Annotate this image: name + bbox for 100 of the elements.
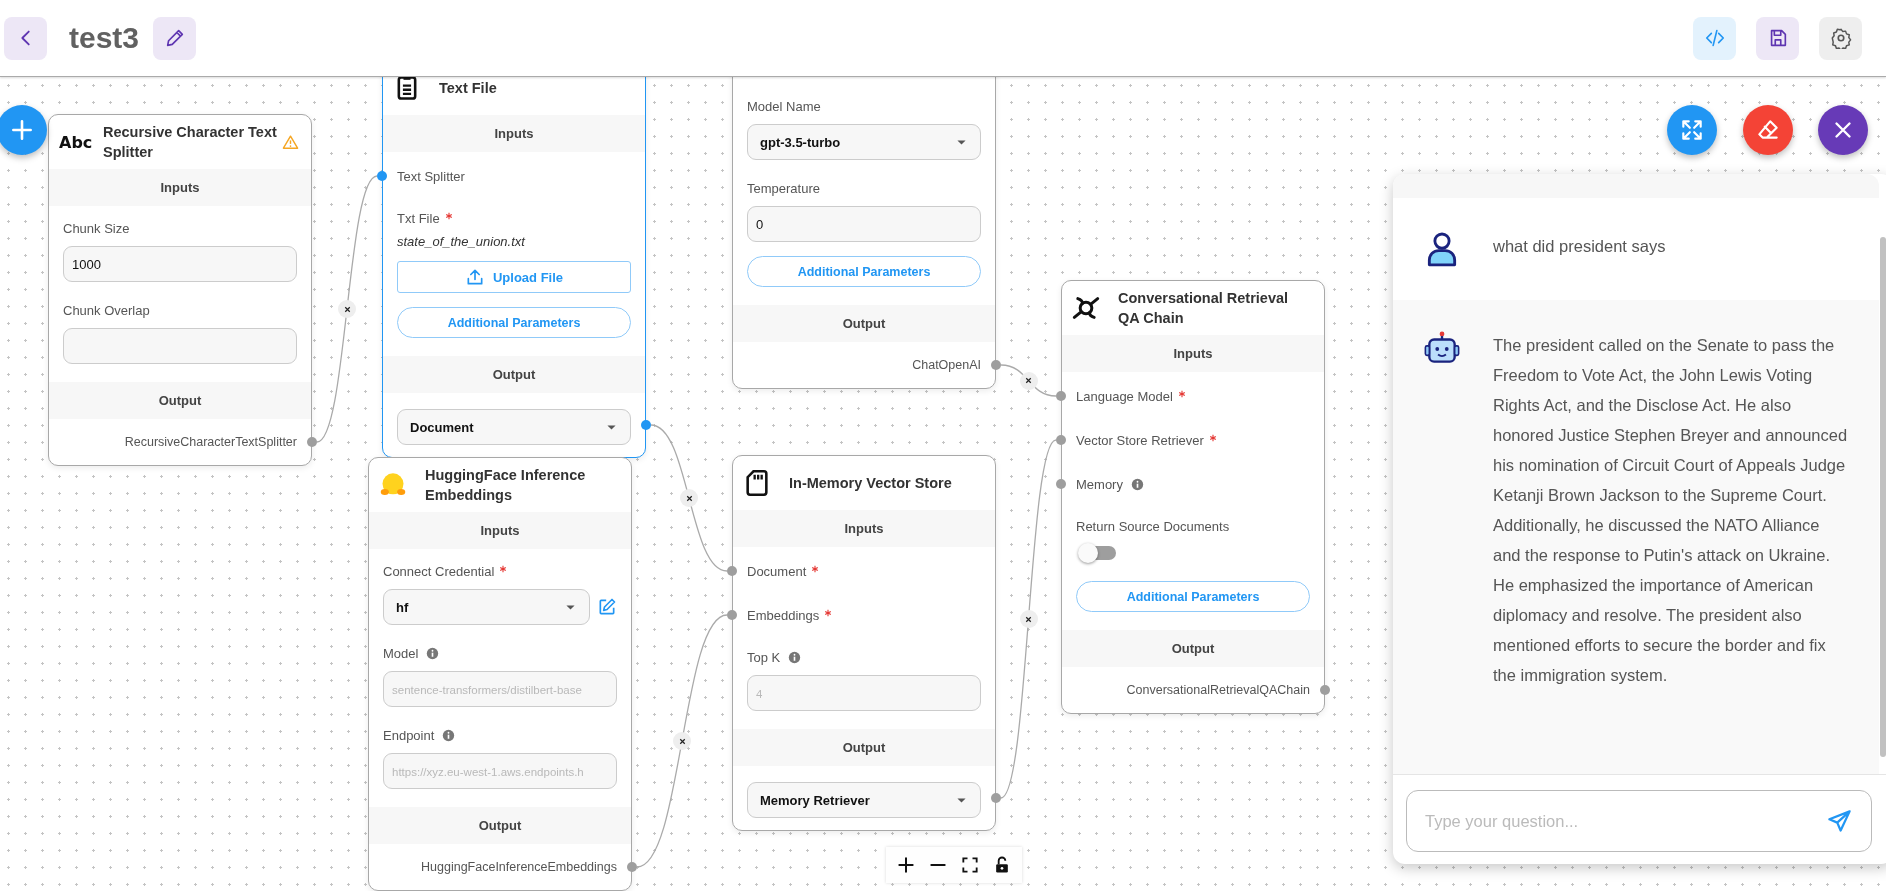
input-label: Model Name xyxy=(747,98,821,114)
input-field[interactable]: 4 xyxy=(747,675,981,711)
sd-card-icon xyxy=(743,469,771,497)
input-field[interactable]: 1000 xyxy=(63,246,297,282)
input-label: Model xyxy=(383,645,419,661)
connection-handle[interactable] xyxy=(727,610,737,620)
clear-chat-button[interactable] xyxy=(1743,105,1793,155)
caret-icon xyxy=(605,422,618,432)
input-field[interactable]: 0 xyxy=(747,206,981,242)
input-label: Language Model xyxy=(1076,388,1173,404)
input-label: Txt File xyxy=(397,210,440,226)
input-field[interactable] xyxy=(63,328,297,364)
node-title: Recursive Character Text Splitter xyxy=(102,123,278,162)
node-title: In-Memory Vector Store xyxy=(788,474,953,493)
connection-handle[interactable] xyxy=(377,171,387,181)
caret-icon xyxy=(955,137,968,147)
scrollbar[interactable] xyxy=(1880,237,1886,757)
connection-handle[interactable] xyxy=(1056,479,1066,489)
connection-handle[interactable] xyxy=(727,566,737,576)
connection-handle[interactable] xyxy=(1056,435,1066,445)
delete-edge-button[interactable] xyxy=(1019,371,1038,390)
input-label: Chunk Size xyxy=(63,220,130,236)
input-field[interactable]: https://xyz.eu-west-1.aws.endpoints.h xyxy=(383,753,617,789)
section-header: Output xyxy=(49,382,311,419)
section-header: Output xyxy=(1062,630,1324,667)
close-icon xyxy=(1024,614,1033,624)
input-field[interactable]: sentence-transformers/distilbert-base xyxy=(383,671,617,707)
node-title: Text File xyxy=(438,79,498,98)
section-header: Output xyxy=(383,356,645,393)
input-label: Connect Credential xyxy=(383,563,495,579)
add-node-button[interactable] xyxy=(0,105,47,155)
question-field[interactable]: Type your question... xyxy=(1406,790,1872,852)
knot-icon xyxy=(1072,294,1100,322)
connection-handle[interactable] xyxy=(991,793,1001,803)
connection-handle[interactable] xyxy=(991,360,1001,370)
output-label: ConversationalRetrievalQAChain xyxy=(1126,683,1310,697)
send-icon[interactable] xyxy=(1826,808,1853,835)
message-text: The president called on the Senate to pass the Freedom to Vote Act, the John Lewis Voting Rights Act, and the Disclose Act. He also honored Justice Stephen Breyer and announced his nomination of Circuit Court of Appeals Judge Ketanji Brown Jackson to the Supreme Court. Additionally, he discussed the NATO Alliance and the response to Putin's attack on Ukraine. He emphasized the importance of American diplomacy and resolve. The president also mentioned efforts to secure the border and fix the immigration system. xyxy=(1493,335,1849,686)
code-icon xyxy=(1703,27,1726,49)
node-card[interactable]: In-Memory Vector Store Inputs Document Embeddings Top K 4 Output Memory Retriever xyxy=(732,455,996,831)
input-label: Top K xyxy=(747,649,781,665)
input-label: Memory xyxy=(1076,476,1123,492)
file-name: state_of_the_union.txt xyxy=(397,234,527,249)
settings-icon xyxy=(1829,27,1852,49)
input-label: Return Source Documents xyxy=(1076,518,1230,534)
expand-button[interactable] xyxy=(1667,105,1717,155)
delete-edge-button[interactable] xyxy=(680,489,698,507)
back-button[interactable] xyxy=(4,16,47,60)
message-text: what did president says xyxy=(1493,236,1667,257)
dropdown[interactable]: Memory Retriever xyxy=(747,782,981,818)
input-label: Text Splitter xyxy=(397,168,465,184)
delete-edge-button[interactable] xyxy=(673,732,691,750)
node-card[interactable]: HuggingFace Inference Embeddings Inputs Connect Credential hf Model sentence-transformers/distilbert-base Endpoint https://xyz.eu-west-1.aws.endpoints.h Output HuggingFaceInferenceEmbeddings xyxy=(368,457,632,891)
plus-icon xyxy=(9,117,35,143)
node-title: HuggingFace Inference Embeddings xyxy=(424,466,587,505)
edit-button[interactable] xyxy=(153,16,197,60)
section-header: Output xyxy=(733,305,995,342)
delete-edge-button[interactable] xyxy=(338,300,356,318)
section-header: Output xyxy=(369,807,631,844)
output-label: HuggingFaceInferenceEmbeddings xyxy=(421,860,617,874)
input-label: Temperature xyxy=(747,180,820,196)
close-icon xyxy=(684,493,694,503)
input-label: Chunk Overlap xyxy=(63,302,150,318)
input-label: Document xyxy=(747,563,807,579)
caret-icon xyxy=(564,602,577,612)
input-label: Embeddings xyxy=(747,607,820,623)
connection-handle[interactable] xyxy=(1320,685,1330,695)
connection-handle[interactable] xyxy=(641,420,651,430)
input-label: Vector Store Retriever xyxy=(1076,432,1204,448)
flow-title: test3 xyxy=(69,21,140,55)
node-title: Conversational Retrieval QA Chain xyxy=(1117,289,1290,328)
node-card[interactable]: Text File Inputs Text Splitter Txt File state_of_the_union.txt Upload File Additional Parameters Output Document xyxy=(382,77,646,458)
caret-icon xyxy=(955,795,968,805)
connection-handle[interactable] xyxy=(1056,391,1066,401)
close-icon xyxy=(1024,376,1033,385)
section-header: Inputs xyxy=(1062,335,1324,372)
dropdown[interactable]: gpt-3.5-turbo xyxy=(747,124,981,160)
code-button[interactable] xyxy=(1693,16,1736,60)
settings-button[interactable] xyxy=(1819,16,1862,60)
input-label: Endpoint xyxy=(383,727,435,743)
dropdown[interactable]: hf xyxy=(383,589,590,625)
delete-edge-button[interactable] xyxy=(1019,610,1038,628)
connection-handle[interactable] xyxy=(307,437,317,447)
close-icon xyxy=(342,304,352,314)
edit-icon[interactable] xyxy=(597,597,617,617)
dropdown[interactable]: Document xyxy=(397,409,631,445)
section-header: Output xyxy=(733,729,995,766)
node-logo: Abc xyxy=(59,132,94,152)
close-icon xyxy=(677,736,687,746)
section-header: Inputs xyxy=(369,512,631,549)
save-button[interactable] xyxy=(1756,16,1799,60)
section-header: Inputs xyxy=(383,115,645,152)
output-label: RecursiveCharacterTextSplitter xyxy=(124,435,297,449)
fit-view-icon[interactable] xyxy=(960,855,980,875)
node-card[interactable]: Conversational Retrieval QA Chain Inputs Language Model Vector Store Retriever Memory Return Source Documents Additional Parameters Output ConversationalRetrievalQAChain xyxy=(1061,280,1325,714)
close-button[interactable] xyxy=(1818,105,1868,155)
connection-handle[interactable] xyxy=(627,862,637,872)
output-label: ChatOpenAI xyxy=(912,358,981,372)
zoom-in-icon[interactable] xyxy=(896,855,916,875)
node-card[interactable]: Model Name gpt-3.5-turbo Temperature 0 Additional Parameters Output ChatOpenAI xyxy=(732,77,996,389)
